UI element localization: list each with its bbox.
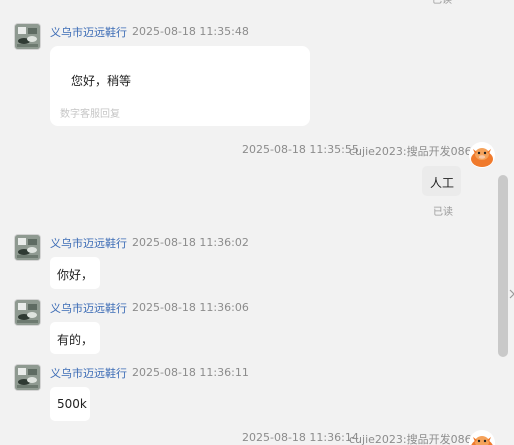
message-text: 有的， — [57, 333, 94, 347]
shop-avatar-image-icon — [15, 365, 40, 390]
shop-avatar-image-icon — [15, 235, 40, 260]
sender-name[interactable]: 义乌市迈远鞋行 — [50, 300, 127, 316]
cartoon-cow-icon — [469, 142, 495, 168]
message-time: 2025-08-18 11:35:48 — [132, 25, 249, 38]
message-text: 您好，稍等 — [71, 74, 132, 88]
message-time: 2025-08-18 11:36:06 — [132, 301, 249, 314]
sender-name: cujie2023:搜品开发086 — [349, 145, 472, 158]
my-avatar[interactable] — [469, 430, 495, 445]
chevron-right-icon[interactable] — [509, 284, 514, 304]
message-bubble[interactable]: 您好，稍等 数字客服回复 — [50, 46, 310, 126]
shop-avatar[interactable] — [15, 365, 40, 390]
shop-avatar-image-icon — [15, 24, 40, 49]
cartoon-cow-icon — [469, 430, 495, 445]
message-bubble[interactable]: 人工 — [422, 166, 461, 196]
message-bubble[interactable]: 你好， — [50, 257, 100, 289]
shop-avatar[interactable] — [15, 235, 40, 260]
message-text: 人工 — [430, 176, 455, 190]
message-bubble[interactable]: 500k — [50, 387, 90, 421]
shop-avatar-image-icon — [15, 300, 40, 325]
message-time: 2025-08-18 11:36:14 — [242, 431, 359, 444]
message-bubble[interactable]: 有的， — [50, 322, 100, 354]
read-status: 已读 — [433, 207, 453, 218]
digital-service-hint: 数字客服回复 — [60, 109, 120, 120]
chat-message-list[interactable]: 已读 义乌市迈远鞋行 2025-08-18 11:35:48 您好，稍等 数字客… — [0, 0, 514, 445]
scrollbar-thumb[interactable] — [498, 175, 508, 357]
message-time: 2025-08-18 11:36:02 — [132, 236, 249, 249]
message-time: 2025-08-18 11:35:55 — [242, 143, 359, 156]
shop-avatar[interactable] — [15, 300, 40, 325]
message-time: 2025-08-18 11:36:11 — [132, 366, 249, 379]
sender-name[interactable]: 义乌市迈远鞋行 — [50, 365, 127, 381]
sender-name[interactable]: 义乌市迈远鞋行 — [50, 24, 127, 40]
shop-avatar[interactable] — [15, 24, 40, 49]
message-text: 500k — [57, 397, 87, 411]
message-text: 你好， — [57, 268, 94, 282]
sender-name: cujie2023:搜品开发086 — [349, 433, 472, 445]
my-avatar[interactable] — [469, 142, 495, 168]
sender-name[interactable]: 义乌市迈远鞋行 — [50, 235, 127, 251]
read-status: 已读 — [432, 0, 452, 6]
